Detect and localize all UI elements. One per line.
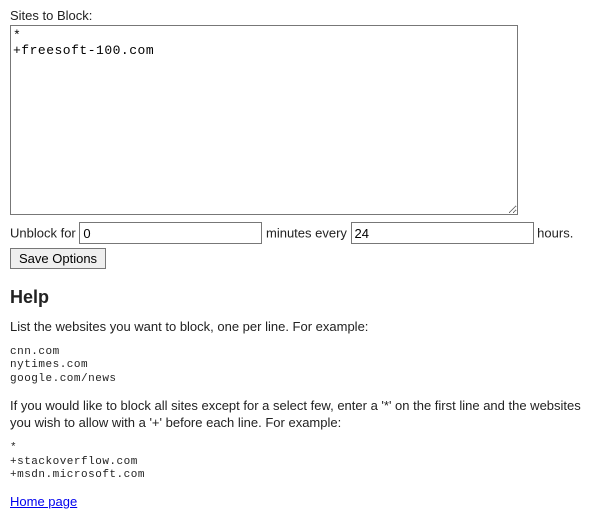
minutes-every-label: minutes every	[266, 226, 347, 241]
help-example-2: * +stackoverflow.com +msdn.microsoft.com	[10, 442, 590, 483]
help-allow-text: If you would like to block all sites exc…	[10, 397, 590, 432]
unblock-for-input[interactable]	[79, 222, 262, 244]
help-example-1: cnn.com nytimes.com google.com/news	[10, 346, 590, 387]
hours-label: hours.	[537, 226, 573, 241]
home-page-link[interactable]: Home page	[10, 494, 77, 509]
minutes-every-input[interactable]	[351, 222, 534, 244]
save-options-button[interactable]: Save Options	[10, 248, 106, 269]
sites-to-block-textarea[interactable]	[10, 25, 518, 215]
unblock-for-label: Unblock for	[10, 226, 76, 241]
help-heading: Help	[10, 287, 590, 308]
help-intro-text: List the websites you want to block, one…	[10, 318, 590, 336]
sites-to-block-label: Sites to Block:	[10, 8, 590, 23]
